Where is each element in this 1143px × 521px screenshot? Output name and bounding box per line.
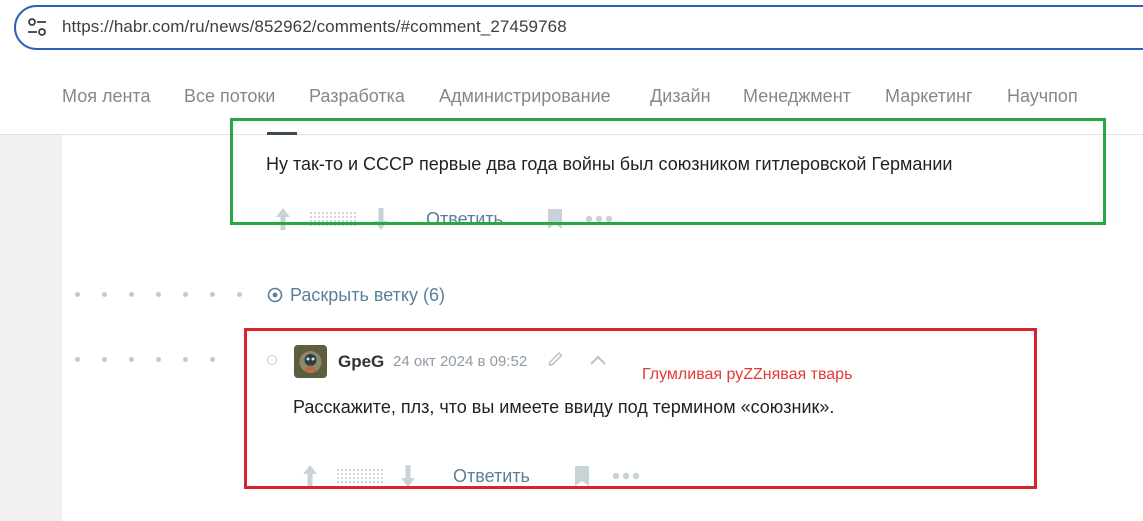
tune-icon[interactable] (26, 16, 48, 38)
highlight-box-green (230, 118, 1106, 225)
nav-item-marketing[interactable]: Маркетинг (885, 86, 973, 107)
expand-thread-label[interactable]: Раскрыть ветку (6) (290, 285, 445, 306)
nav-item-popsci[interactable]: Научпоп (1007, 86, 1078, 107)
highlight-box-red (244, 328, 1037, 489)
nav-item-my-feed[interactable]: Моя лента (62, 86, 150, 107)
nav-item-design[interactable]: Дизайн (650, 86, 711, 107)
nav-item-all-streams[interactable]: Все потоки (184, 86, 275, 107)
nav-item-development[interactable]: Разработка (309, 86, 405, 107)
nav-item-administration[interactable]: Администрирование (439, 86, 611, 107)
url-text[interactable]: https://habr.com/ru/news/852962/comments… (62, 17, 567, 37)
thread-indent-dots (75, 357, 255, 365)
expand-circle-icon (267, 287, 283, 303)
browser-address-bar: https://habr.com/ru/news/852962/comments… (0, 0, 1143, 57)
nav-item-management[interactable]: Менеджмент (743, 86, 851, 107)
thread-indent-dots (75, 292, 255, 300)
